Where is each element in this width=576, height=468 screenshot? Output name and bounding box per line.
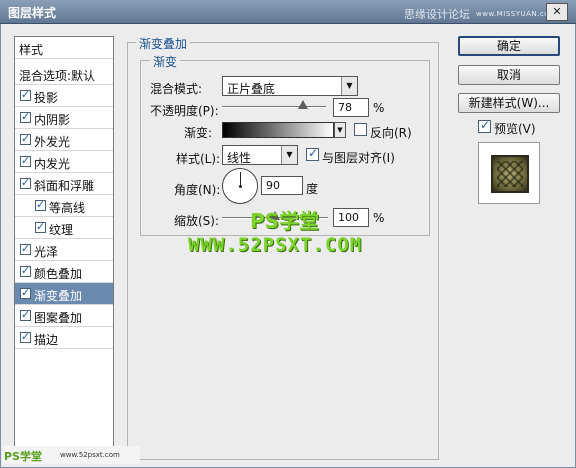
align-with-layer-checkbox[interactable] (306, 146, 319, 161)
checkbox-drop-shadow[interactable] (20, 88, 31, 101)
chevron-down-icon: ▼ (337, 126, 343, 134)
cancel-button[interactable]: 取消 (458, 65, 560, 85)
preview-checkbox[interactable] (478, 118, 491, 133)
group-title: 渐变叠加 (136, 35, 191, 52)
title-bar: 图层样式 思缘设计论坛 www.MISSYUAN.com ✕ (0, 0, 576, 24)
bottom-watermark: PS学堂 www.52psxt.com (2, 446, 140, 464)
opacity-label: 不透明度(P): (150, 104, 219, 118)
sidebar-item-label: 描边 (34, 333, 59, 347)
sidebar-item-pattern-overlay[interactable]: 图案叠加 (15, 305, 113, 327)
checkbox-inner-glow[interactable] (20, 154, 31, 167)
scale-label: 缩放(S): (174, 214, 220, 228)
ok-button[interactable]: 确定 (458, 36, 560, 56)
preview-label: 预览(V) (494, 122, 536, 136)
percent-sign: % (373, 101, 385, 115)
sidebar-item-label: 图案叠加 (34, 311, 83, 325)
opacity-slider-thumb[interactable] (298, 100, 309, 109)
checkbox-texture[interactable] (35, 220, 46, 233)
checkbox-stroke[interactable] (20, 330, 31, 343)
checkbox-inner-shadow[interactable] (20, 110, 31, 123)
style-label: 样式(L): (176, 152, 221, 166)
style-preview (478, 142, 540, 204)
sidebar-item-label: 渐变叠加 (34, 289, 83, 303)
scale-input[interactable]: 100 (333, 208, 369, 227)
angle-dial[interactable] (222, 168, 258, 204)
sidebar-header-styles[interactable]: 样式 (15, 37, 113, 59)
blend-mode-select[interactable]: 正片叠底 ▼ (222, 76, 358, 96)
sidebar-item-label: 样式 (19, 43, 44, 57)
ps-url-watermark: WWW.52PSXT.COM (188, 234, 363, 256)
sidebar-item-label: 等高线 (49, 201, 86, 215)
sidebar-item-label: 斜面和浮雕 (34, 179, 95, 193)
align-with-layer-label: 与图层对齐(I) (322, 151, 395, 165)
new-style-button[interactable]: 新建样式(W)... (458, 93, 560, 113)
bottom-ps-logo: PS学堂 (4, 450, 42, 463)
close-icon: ✕ (552, 5, 562, 18)
reverse-label: 反向(R) (370, 126, 412, 140)
degree-unit: 度 (306, 182, 319, 196)
gradient-label: 渐变: (184, 126, 213, 140)
checkbox-outer-glow[interactable] (20, 132, 31, 145)
sidebar-item-inner-shadow[interactable]: 内阴影 (15, 107, 113, 129)
sidebar-item-drop-shadow[interactable]: 投影 (15, 85, 113, 107)
checkbox-gradient-overlay[interactable] (20, 286, 31, 299)
sidebar-item-label: 内发光 (34, 157, 71, 171)
sidebar-item-contour[interactable]: 等高线 (15, 195, 113, 217)
sidebar-item-bevel-emboss[interactable]: 斜面和浮雕 (15, 173, 113, 195)
style-value: 线性 (227, 151, 252, 165)
sidebar-item-label: 颜色叠加 (34, 267, 83, 281)
preview-thumbnail (491, 155, 529, 193)
checkbox-contour[interactable] (35, 198, 46, 211)
angle-center (239, 185, 242, 188)
sidebar-item-label: 外发光 (34, 135, 71, 149)
gradient-dropdown-button[interactable]: ▼ (334, 122, 346, 138)
close-button[interactable]: ✕ (546, 3, 568, 21)
styles-sidebar: 样式 混合选项:默认 投影 内阴影 外发光 内发光 斜面和浮雕 等高线 纹理 光… (14, 36, 114, 460)
sidebar-item-texture[interactable]: 纹理 (15, 217, 113, 239)
sidebar-item-satin[interactable]: 光泽 (15, 239, 113, 261)
sidebar-item-label: 投影 (34, 91, 59, 105)
sidebar-item-label: 光泽 (34, 245, 59, 259)
dialog-title: 图层样式 (8, 6, 57, 20)
watermark-url: www.MISSYUAN.com (476, 10, 557, 18)
blend-mode-label: 混合模式: (150, 82, 203, 96)
checkbox-bevel-emboss[interactable] (20, 176, 31, 189)
watermark-text: 思缘设计论坛 (404, 8, 470, 21)
angle-label: 角度(N): (174, 183, 221, 197)
opacity-input[interactable]: 78 (333, 98, 369, 117)
blend-mode-value: 正片叠底 (227, 82, 276, 96)
reverse-checkbox[interactable] (354, 123, 367, 136)
sidebar-item-label: 纹理 (49, 223, 74, 237)
sidebar-item-label: 内阴影 (34, 113, 71, 127)
sidebar-item-gradient-overlay[interactable]: 渐变叠加 (15, 283, 113, 305)
chevron-down-icon: ▼ (341, 77, 357, 95)
checkbox-color-overlay[interactable] (20, 264, 31, 277)
checkbox-pattern-overlay[interactable] (20, 308, 31, 321)
sidebar-item-outer-glow[interactable]: 外发光 (15, 129, 113, 151)
sidebar-item-label: 混合选项:默认 (19, 69, 96, 83)
chevron-down-icon: ▼ (281, 146, 297, 164)
checkbox-satin[interactable] (20, 242, 31, 255)
gradient-swatch[interactable] (222, 122, 334, 138)
sidebar-item-inner-glow[interactable]: 内发光 (15, 151, 113, 173)
style-select[interactable]: 线性 ▼ (222, 145, 298, 165)
bottom-ps-url: www.52psxt.com (60, 451, 120, 459)
angle-input[interactable]: 90 (261, 176, 303, 195)
ps-logo-watermark: PS学堂 (250, 209, 320, 233)
percent-sign: % (373, 211, 385, 225)
sidebar-item-color-overlay[interactable]: 颜色叠加 (15, 261, 113, 283)
subgroup-title: 渐变 (150, 53, 181, 70)
sidebar-item-blend-options[interactable]: 混合选项:默认 (15, 63, 113, 85)
sidebar-item-stroke[interactable]: 描边 (15, 327, 113, 349)
opacity-slider[interactable] (222, 106, 326, 108)
